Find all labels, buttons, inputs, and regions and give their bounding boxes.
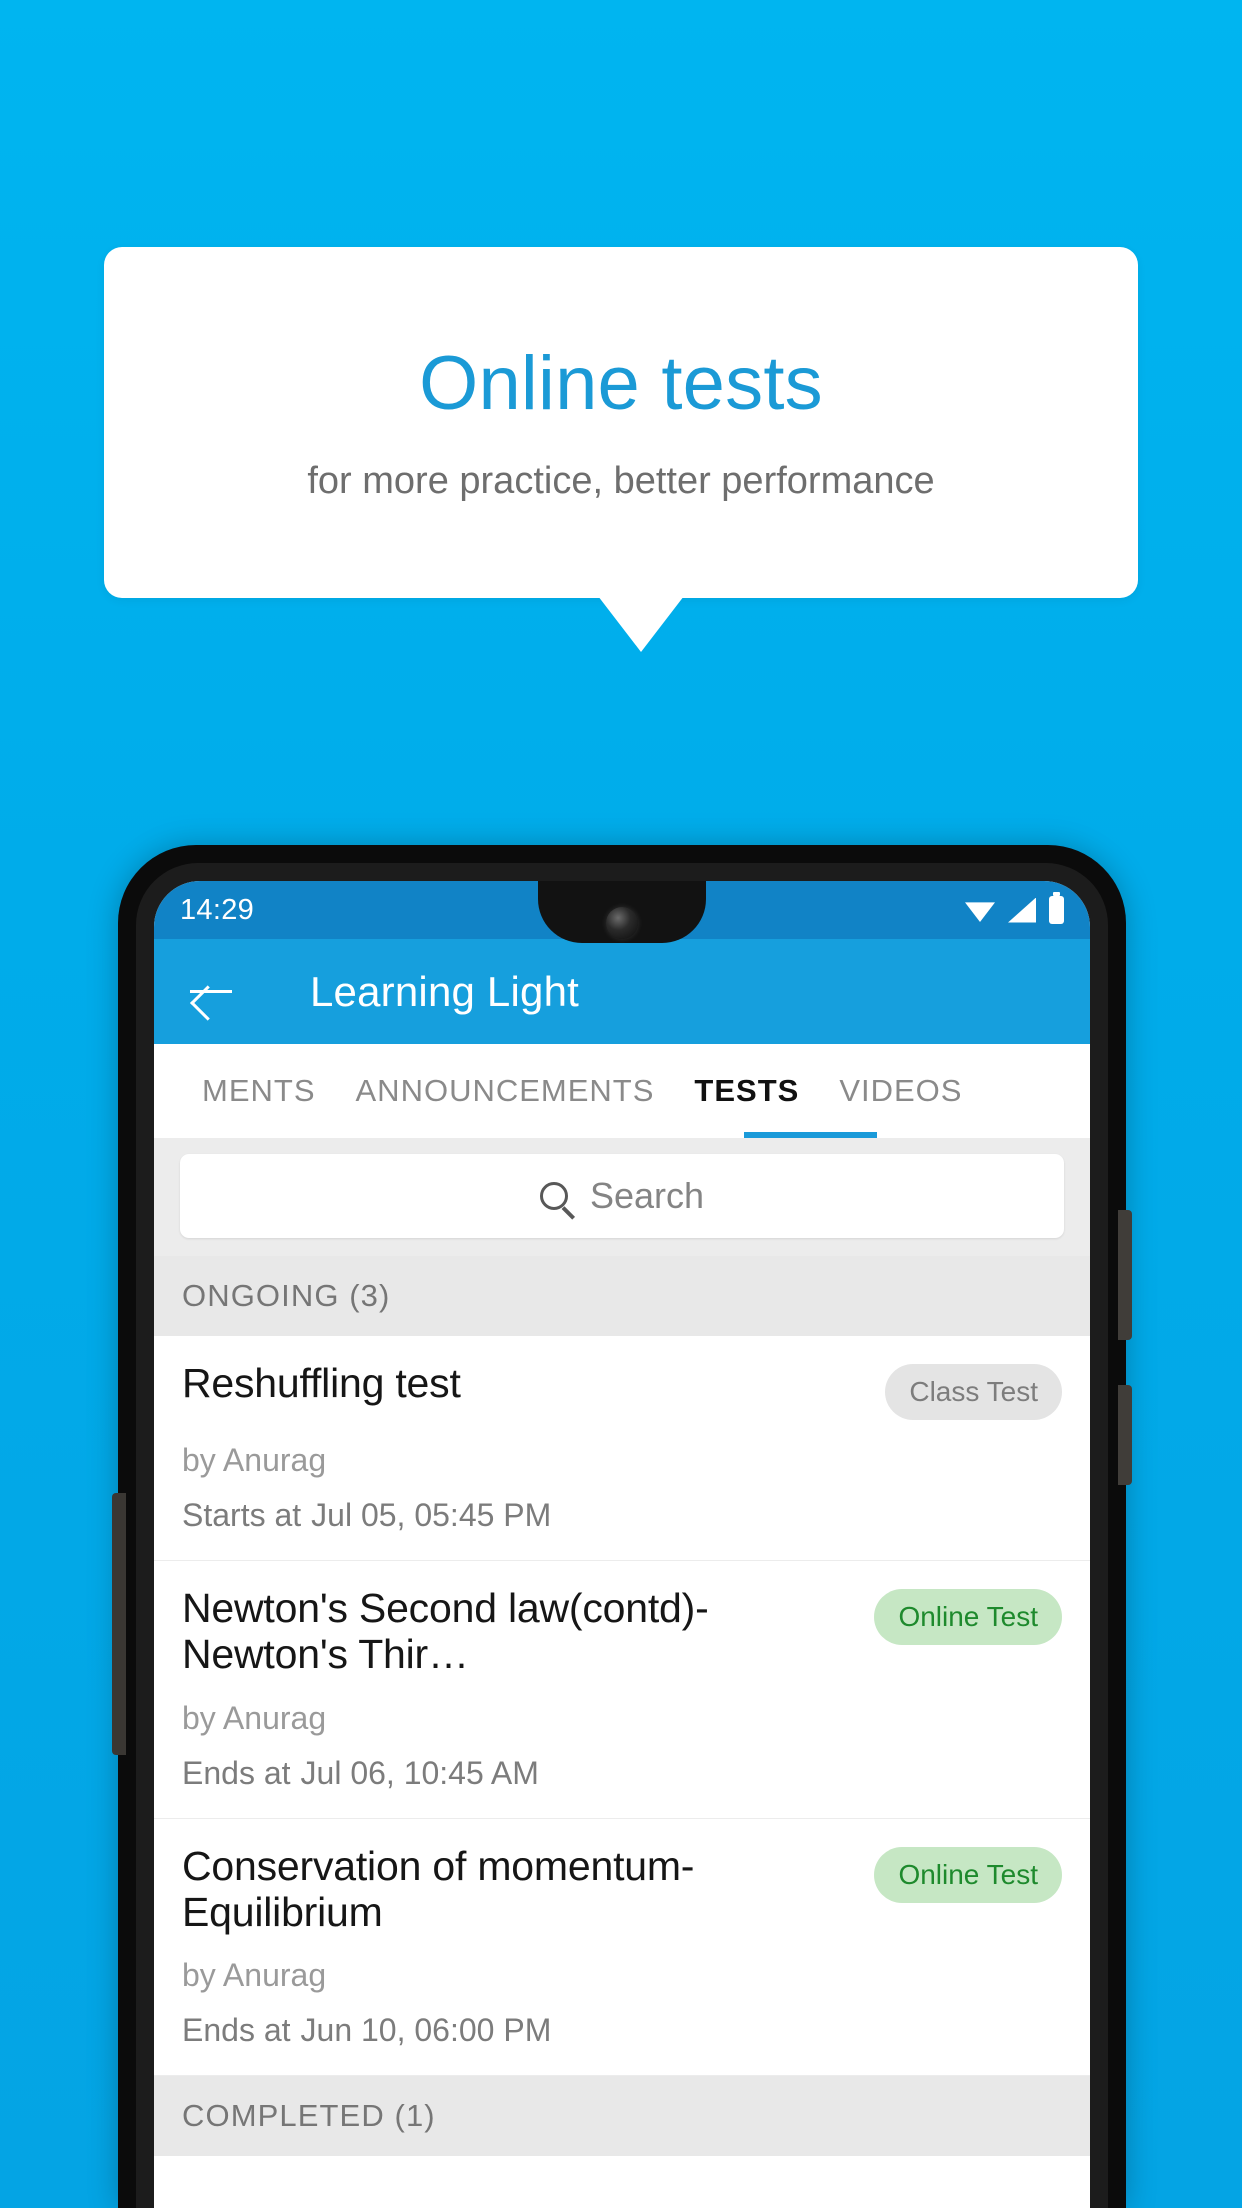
table-row[interactable]: Newton's Second law(contd)-Newton's Thir… bbox=[154, 1561, 1090, 1819]
test-author: by Anurag bbox=[182, 1442, 327, 1478]
search-input[interactable]: Search bbox=[180, 1154, 1064, 1238]
battery-icon bbox=[1049, 892, 1064, 924]
status-badge: Online Test bbox=[874, 1589, 1062, 1645]
tab-videos[interactable]: VIDEOS bbox=[819, 1044, 982, 1138]
promo-callout-tail bbox=[598, 596, 684, 652]
search-container: Search bbox=[154, 1138, 1090, 1256]
tests-list: Search ONGOING (3) Reshuffling test Clas… bbox=[154, 1138, 1090, 2157]
status-icon-group bbox=[965, 892, 1064, 924]
test-time-label: Ends at bbox=[182, 1754, 291, 1791]
test-author: by Anurag bbox=[182, 1957, 327, 1994]
test-item-header: Newton's Second law(contd)-Newton's Thir… bbox=[182, 1585, 1062, 1678]
status-bar: 14:29 bbox=[154, 881, 1090, 943]
tab-assignments[interactable]: MENTS bbox=[182, 1044, 336, 1138]
phone-screen: 14:29 Learning Light MENTS ANNOUNCEMENTS… bbox=[154, 881, 1090, 2208]
search-placeholder: Search bbox=[589, 1175, 705, 1216]
test-time-label: Ends at bbox=[182, 2012, 291, 2049]
test-item-header: Reshuffling test Class Test bbox=[182, 1360, 1062, 1420]
table-row[interactable]: Conservation of momentum-Equilibrium Onl… bbox=[154, 1818, 1090, 2077]
test-time: Ends at Jul 06, 10:45 AM bbox=[182, 1755, 1062, 1792]
test-time-value: Jul 05, 05:45 PM bbox=[311, 1497, 552, 1533]
promo-callout-card: Online tests for more practice, better p… bbox=[104, 247, 1138, 598]
active-tab-indicator bbox=[744, 1132, 877, 1138]
promo-subtitle: for more practice, better performance bbox=[307, 459, 935, 502]
app-bar-title: Learning Light bbox=[310, 967, 580, 1015]
test-author: by Anurag bbox=[182, 1699, 327, 1736]
table-row[interactable]: Reshuffling test Class Test by Anurag St… bbox=[154, 1336, 1090, 1561]
promo-title: Online tests bbox=[419, 340, 823, 426]
test-item-header: Conservation of momentum-Equilibrium Onl… bbox=[182, 1843, 1062, 1936]
test-time-value: Jun 10, 06:00 PM bbox=[300, 2012, 552, 2049]
status-clock: 14:29 bbox=[180, 893, 255, 926]
tab-bar: MENTS ANNOUNCEMENTS TESTS VIDEOS bbox=[154, 1044, 1090, 1138]
test-time-label: Starts at bbox=[182, 1497, 302, 1533]
signal-icon bbox=[1008, 897, 1036, 923]
front-camera-icon bbox=[606, 907, 638, 939]
wifi-icon bbox=[965, 902, 995, 922]
status-badge: Class Test bbox=[885, 1364, 1062, 1420]
test-time: Ends at Jun 10, 06:00 PM bbox=[182, 2012, 1062, 2049]
test-title: Reshuffling test bbox=[182, 1360, 461, 1406]
phone-mockup: 14:29 Learning Light MENTS ANNOUNCEMENTS… bbox=[112, 845, 1132, 2208]
search-icon bbox=[539, 1182, 568, 1210]
tab-tests[interactable]: TESTS bbox=[674, 1044, 819, 1138]
tab-announcements[interactable]: ANNOUNCEMENTS bbox=[336, 1044, 675, 1138]
test-title: Conservation of momentum-Equilibrium bbox=[182, 1842, 695, 1935]
volume-button[interactable] bbox=[112, 1493, 126, 1755]
section-header-ongoing: ONGOING (3) bbox=[154, 1256, 1090, 1336]
secondary-side-button[interactable] bbox=[1118, 1385, 1132, 1485]
power-button[interactable] bbox=[1118, 1210, 1132, 1340]
status-badge: Online Test bbox=[874, 1846, 1062, 1903]
test-time-value: Jul 06, 10:45 AM bbox=[300, 1754, 539, 1791]
back-arrow-icon[interactable] bbox=[188, 969, 234, 1015]
test-time: Starts at Jul 05, 05:45 PM bbox=[182, 1497, 1062, 1534]
test-title: Newton's Second law(contd)-Newton's Thir… bbox=[182, 1585, 709, 1678]
app-bar: Learning Light bbox=[154, 939, 1090, 1044]
section-header-completed: COMPLETED (1) bbox=[154, 2076, 1090, 2157]
